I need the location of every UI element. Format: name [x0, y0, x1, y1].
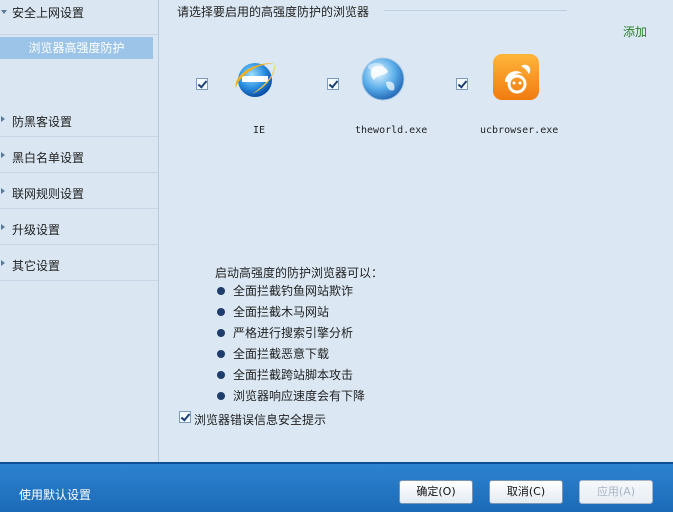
divider	[384, 10, 567, 11]
list-item: 全面拦截恶意下载	[217, 346, 365, 367]
chevron-right-icon	[1, 188, 5, 194]
sidebar-item-network-rules[interactable]: 联网规则设置	[0, 174, 158, 209]
list-item: 全面拦截钓鱼网站欺诈	[217, 283, 365, 304]
theworld-icon	[361, 57, 405, 101]
chevron-right-icon	[1, 116, 5, 122]
chevron-right-icon	[1, 260, 5, 266]
apply-button[interactable]: 应用(A)	[579, 480, 653, 504]
list-item: 严格进行搜索引擎分析	[217, 325, 365, 346]
sidebar-item-label: 联网规则设置	[12, 187, 85, 201]
browser-checkbox[interactable]	[196, 78, 208, 90]
browser-name: theworld.exe	[355, 125, 428, 136]
list-item: 全面拦截木马网站	[217, 304, 365, 325]
list-item: 全面拦截跨站脚本攻击	[217, 367, 365, 388]
ok-button[interactable]: 确定(O)	[399, 480, 473, 504]
list-item-text: 全面拦截跨站脚本攻击	[233, 368, 354, 382]
browser-checkbox[interactable]	[327, 78, 339, 90]
bullet-icon	[217, 371, 225, 379]
sidebar-subitem-browser-protection[interactable]: 浏览器高强度防护	[0, 37, 153, 59]
list-item-text: 全面拦截木马网站	[233, 305, 330, 319]
list-item-text: 严格进行搜索引擎分析	[233, 326, 354, 340]
browser-item-theworld: theworld.exe	[326, 52, 466, 142]
browser-name: ucbrowser.exe	[480, 125, 559, 136]
error-warning-label: 浏览器错误信息安全提示	[194, 413, 327, 427]
info-heading: 启动高强度的防护浏览器可以：	[215, 266, 384, 280]
sidebar-item-label: 安全上网设置	[12, 6, 85, 20]
chevron-down-icon	[1, 10, 7, 14]
sidebar-item-anti-hacker[interactable]: 防黑客设置	[0, 102, 158, 137]
list-item: 浏览器响应速度会有下降	[217, 388, 365, 409]
sidebar-item-other[interactable]: 其它设置	[0, 246, 158, 281]
sidebar-item-label: 其它设置	[12, 259, 61, 273]
add-browser-link[interactable]: 添加	[623, 23, 647, 40]
chevron-right-icon	[1, 224, 5, 230]
error-warning-checkbox[interactable]	[179, 411, 191, 423]
browser-item-ucbrowser: ucbrowser.exe	[455, 52, 595, 142]
sidebar-item-label: 升级设置	[12, 223, 61, 237]
chevron-right-icon	[1, 152, 5, 158]
main-panel: 请选择要启用的高强度防护的浏览器 添加 IE theworld.exe ucbr…	[159, 0, 673, 462]
use-default-settings-link[interactable]: 使用默认设置	[19, 486, 91, 503]
sidebar-item-safe-browsing[interactable]: 安全上网设置	[0, 0, 158, 35]
bullet-icon	[217, 308, 225, 316]
sidebar-item-upgrade[interactable]: 升级设置	[0, 210, 158, 245]
bullet-icon	[217, 329, 225, 337]
sidebar-item-label: 防黑客设置	[12, 115, 73, 129]
page-title: 请选择要启用的高强度防护的浏览器	[177, 5, 370, 19]
browser-checkbox[interactable]	[456, 78, 468, 90]
list-item-text: 全面拦截钓鱼网站欺诈	[233, 284, 354, 298]
feature-list: 全面拦截钓鱼网站欺诈 全面拦截木马网站 严格进行搜索引擎分析 全面拦截恶意下载 …	[217, 283, 365, 409]
bullet-icon	[217, 350, 225, 358]
browser-item-ie: IE	[195, 52, 335, 142]
list-item-text: 浏览器响应速度会有下降	[233, 389, 366, 403]
list-item-text: 全面拦截恶意下载	[233, 347, 330, 361]
sidebar-item-blacklist[interactable]: 黑白名单设置	[0, 138, 158, 173]
browser-name: IE	[253, 125, 266, 136]
ucbrowser-icon	[493, 54, 539, 100]
ie-icon	[235, 63, 275, 97]
sidebar: 安全上网设置 浏览器高强度防护 防黑客设置 黑白名单设置 联网规则设置 升级设置…	[0, 0, 159, 462]
sidebar-item-label: 黑白名单设置	[12, 151, 85, 165]
bullet-icon	[217, 287, 225, 295]
bullet-icon	[217, 392, 225, 400]
footer-bar: 使用默认设置 确定(O) 取消(C) 应用(A)	[0, 462, 673, 512]
cancel-button[interactable]: 取消(C)	[489, 480, 563, 504]
